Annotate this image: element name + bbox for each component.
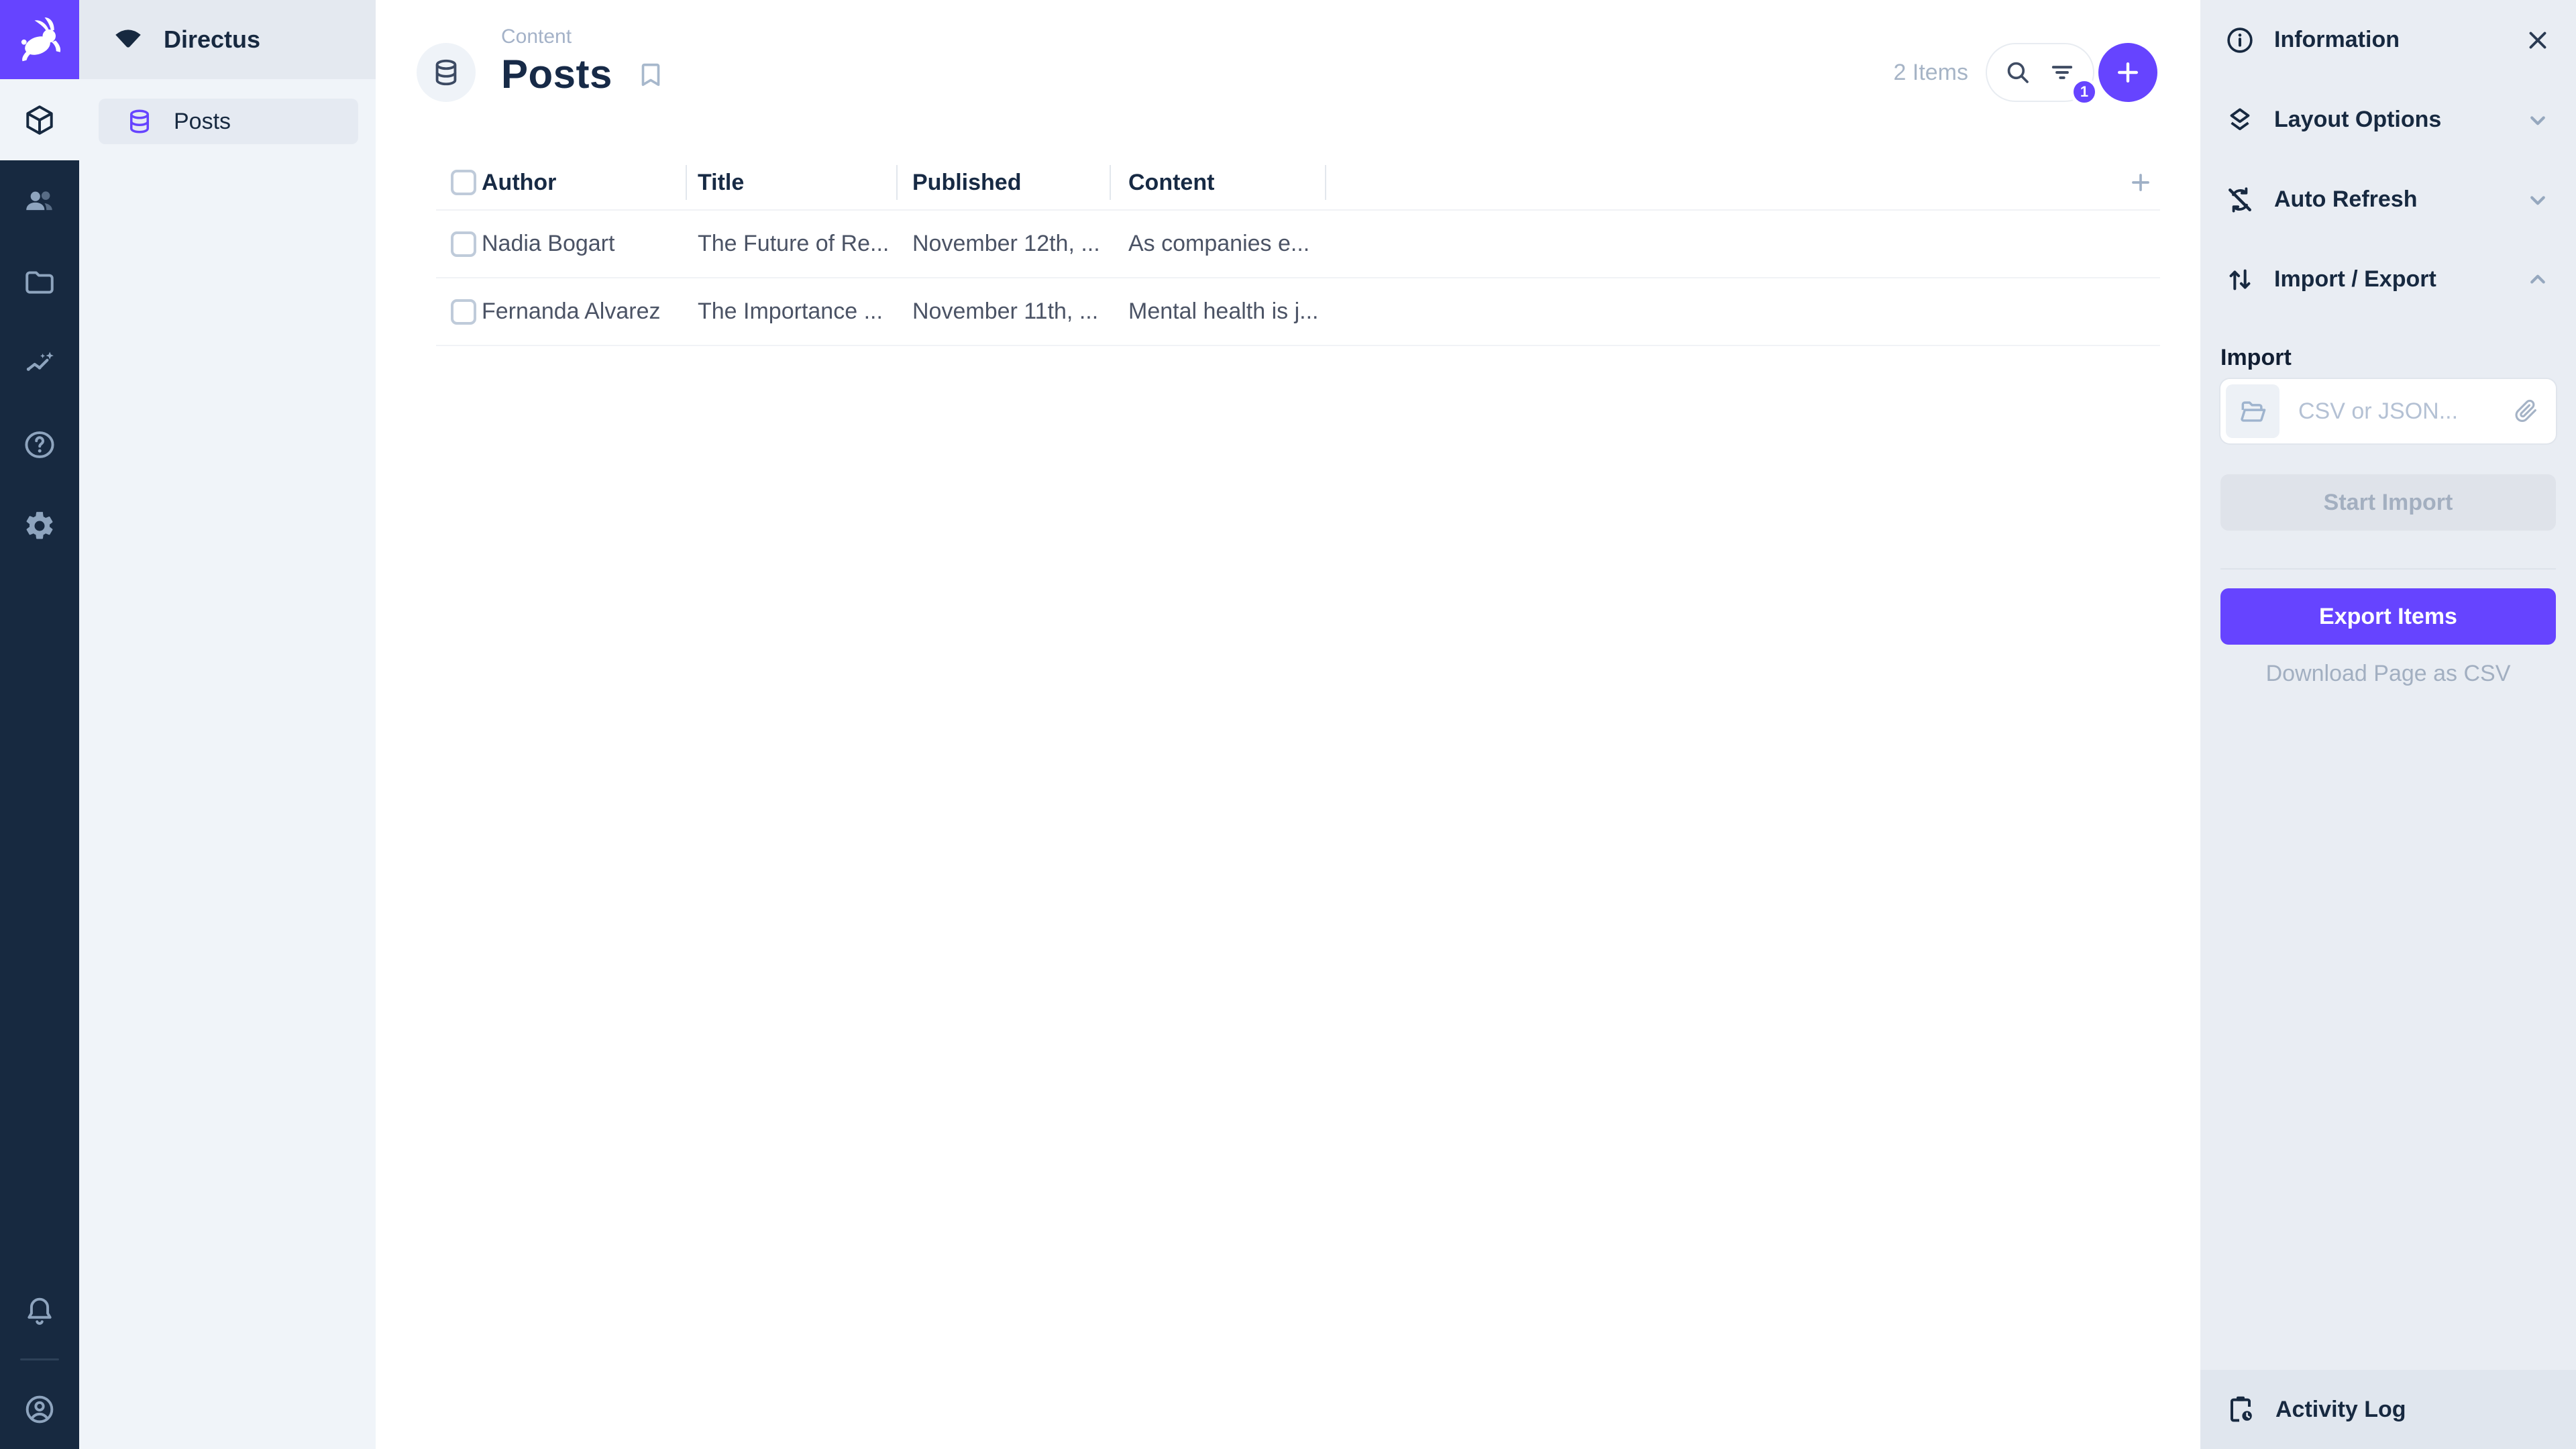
nav-sidebar: Directus Posts xyxy=(79,0,376,1449)
sidebar-section-layout-options[interactable]: Layout Options xyxy=(2200,80,2576,160)
plus-icon xyxy=(2113,58,2143,87)
title-block: Content Posts xyxy=(501,25,666,97)
main-content: Content Posts 2 Items xyxy=(376,0,2200,1449)
account-button[interactable] xyxy=(0,1370,79,1449)
sidebar-item-posts[interactable]: Posts xyxy=(99,99,358,144)
content-module-icon xyxy=(23,103,56,137)
files-module-icon xyxy=(23,266,56,299)
items-table: Author Title Published Content Nadia Bog… xyxy=(436,154,2160,346)
database-icon xyxy=(431,57,462,88)
table-row[interactable]: Nadia Bogart The Future of Re... Novembe… xyxy=(436,211,2160,278)
module-bar-divider xyxy=(20,1358,59,1360)
info-icon xyxy=(2224,25,2255,56)
add-column-button[interactable] xyxy=(2128,170,2153,195)
module-users-button[interactable] xyxy=(0,160,79,241)
column-header-content[interactable]: Content xyxy=(1110,154,1325,211)
bookmark-icon[interactable] xyxy=(635,59,666,90)
paperclip-icon[interactable] xyxy=(2512,397,2540,425)
module-docs-button[interactable] xyxy=(0,404,79,485)
module-files-button[interactable] xyxy=(0,241,79,323)
insights-module-icon xyxy=(23,347,56,380)
sidebar-spacer xyxy=(2200,687,2576,1370)
import-export-icon xyxy=(2224,264,2255,295)
import-file-input[interactable] xyxy=(2220,379,2556,443)
column-header-author[interactable]: Author xyxy=(482,154,686,211)
section-label: Information xyxy=(2274,27,2400,53)
table-header-row: Author Title Published Content xyxy=(436,154,2160,211)
section-label: Layout Options xyxy=(2274,107,2441,133)
collection-icon-button[interactable] xyxy=(417,43,476,102)
cell-author: Nadia Bogart xyxy=(482,231,686,257)
directus-logo-button[interactable] xyxy=(0,0,79,79)
section-label: Import / Export xyxy=(2274,266,2436,292)
docs-module-icon xyxy=(23,428,56,462)
module-bar-spacer xyxy=(0,566,79,1274)
page-header: Content Posts 2 Items xyxy=(376,0,2200,154)
import-export-panel: Import Start Import Export Items xyxy=(2200,319,2576,687)
breadcrumb[interactable]: Content xyxy=(501,25,666,48)
module-content-button[interactable] xyxy=(0,79,79,160)
activity-log-icon xyxy=(2224,1393,2257,1426)
project-name: Directus xyxy=(164,25,260,54)
directus-app: Directus Posts xyxy=(0,0,2576,1449)
project-header[interactable]: Directus xyxy=(79,0,376,79)
column-header-title[interactable]: Title xyxy=(686,154,896,211)
activity-log-label: Activity Log xyxy=(2275,1397,2406,1423)
module-insights-button[interactable] xyxy=(0,323,79,404)
close-icon[interactable] xyxy=(2524,26,2552,54)
module-settings-button[interactable] xyxy=(0,485,79,566)
import-file-field xyxy=(2220,379,2556,443)
cell-content: As companies e... xyxy=(1110,231,1325,257)
select-all-checkbox[interactable] xyxy=(451,170,476,195)
cell-author: Fernanda Alvarez xyxy=(482,299,686,325)
chevron-up-icon[interactable] xyxy=(2524,266,2552,294)
column-header-published[interactable]: Published xyxy=(896,154,1110,211)
chevron-down-icon[interactable] xyxy=(2524,186,2552,214)
search-icon[interactable] xyxy=(2004,58,2032,87)
cell-content: Mental health is j... xyxy=(1110,299,1325,325)
module-bar xyxy=(0,0,79,1449)
notifications-bell-icon xyxy=(23,1295,56,1328)
start-import-button[interactable]: Start Import xyxy=(2220,474,2556,531)
row-checkbox[interactable] xyxy=(451,231,476,257)
filter-icon[interactable] xyxy=(2048,58,2076,87)
add-item-button[interactable] xyxy=(2098,43,2157,102)
project-fan-icon xyxy=(111,23,145,56)
account-avatar-icon xyxy=(23,1393,56,1426)
cell-title: The Future of Re... xyxy=(686,231,896,257)
cell-published: November 12th, ... xyxy=(896,231,1110,257)
notifications-button[interactable] xyxy=(0,1274,79,1349)
sidebar-section-information[interactable]: Information xyxy=(2200,0,2576,80)
settings-module-icon xyxy=(23,509,56,543)
layers-icon xyxy=(2224,105,2255,136)
directus-rabbit-logo xyxy=(15,15,64,64)
search-filter-pill: 1 xyxy=(1986,43,2094,102)
cell-title: The Importance ... xyxy=(686,299,896,325)
activity-log-button[interactable]: Activity Log xyxy=(2200,1370,2576,1449)
panel-divider xyxy=(2220,568,2556,570)
row-checkbox[interactable] xyxy=(451,299,476,325)
database-icon xyxy=(125,107,154,136)
cell-published: November 11th, ... xyxy=(896,299,1110,325)
sidebar-section-auto-refresh[interactable]: Auto Refresh xyxy=(2200,160,2576,239)
table-row[interactable]: Fernanda Alvarez The Importance ... Nove… xyxy=(436,278,2160,346)
right-sidebar: Information Layout Options xyxy=(2200,0,2576,1449)
filter-count-badge: 1 xyxy=(2070,78,2098,106)
users-module-icon xyxy=(23,184,56,218)
header-actions: 2 Items 1 xyxy=(1894,43,2157,102)
section-label: Auto Refresh xyxy=(2274,186,2417,213)
items-count: 2 Items xyxy=(1894,60,1968,86)
page-title: Posts xyxy=(501,51,612,97)
import-label: Import xyxy=(2220,345,2556,371)
sync-disabled-icon xyxy=(2224,184,2255,215)
download-csv-link[interactable]: Download Page as CSV xyxy=(2220,661,2556,687)
export-items-button[interactable]: Export Items xyxy=(2220,588,2556,645)
nav-item-label: Posts xyxy=(174,109,231,135)
chevron-down-icon[interactable] xyxy=(2524,106,2552,134)
sidebar-section-import-export[interactable]: Import / Export xyxy=(2200,239,2576,319)
